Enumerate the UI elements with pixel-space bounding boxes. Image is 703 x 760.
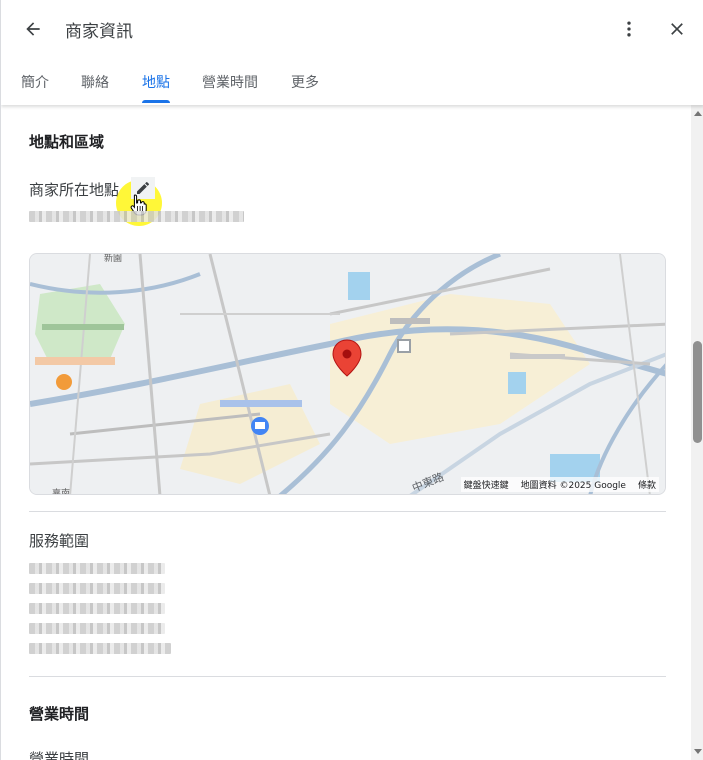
redacted-service-area [29,643,171,654]
close-icon [671,23,683,35]
keyboard-shortcuts-link[interactable]: 鍵盤快速鍵 [464,478,509,491]
map-label-corner: 嘉南 [52,487,70,495]
close-button[interactable] [663,15,691,43]
hours-section-title: 營業時間 [29,705,90,723]
map-data-text: 地圖資料 ©2025 Google [520,481,626,491]
vertical-scrollbar[interactable] [691,105,703,760]
map-canvas: 新園 中東路 嘉南 [30,254,665,495]
tab-more[interactable]: 更多 [291,72,319,92]
business-location-label: 商家所在地點 [29,181,120,199]
panel-title: 商家資訊 [65,22,133,42]
tab-location[interactable]: 地點 [142,72,170,92]
tab-intro[interactable]: 簡介 [21,72,49,92]
more-vert-icon [627,21,631,37]
hours-label: 營業時間 [29,750,90,760]
scroll-down-arrow-icon[interactable] [694,749,702,754]
redacted-service-area [29,563,165,574]
location-section-title: 地點和區域 [29,133,105,151]
active-tab-indicator [142,100,170,103]
redacted-service-area [29,583,165,594]
arrow-back-icon [26,22,40,36]
location-map[interactable]: 新園 中東路 嘉南 鍵盤快速鍵 地圖資料 ©2025 Google 條款 [29,253,666,495]
tab-bar: 簡介 聯絡 地點 營業時間 更多 [1,62,703,105]
section-divider [29,676,666,677]
map-attribution: 鍵盤快速鍵 地圖資料 ©2025 Google 條款 [460,477,659,492]
back-button[interactable] [19,15,47,43]
redacted-service-area [29,623,165,634]
more-options-button[interactable] [615,15,643,43]
panel-header: 商家資訊 簡介 聯絡 地點 營業時間 更多 [1,0,703,105]
business-info-panel: 商家資訊 簡介 聯絡 地點 營業時間 更多 地點和區域 商家所在地點 新園 中東… [0,0,703,760]
terms-link[interactable]: 條款 [638,478,656,491]
scrollbar-thumb[interactable] [693,341,702,443]
redacted-address [29,211,244,222]
tab-hours[interactable]: 營業時間 [202,72,258,92]
content-scroll-area: 地點和區域 商家所在地點 新園 中東路 嘉南 鍵盤快速鍵 地圖資料 ©2025 … [1,105,691,760]
scroll-up-arrow-icon[interactable] [694,111,702,116]
redacted-service-area [29,603,165,614]
section-divider [29,511,666,512]
tab-contact[interactable]: 聯絡 [81,72,109,92]
service-area-label: 服務範圍 [29,532,90,550]
map-label-top: 新園 [104,254,122,264]
